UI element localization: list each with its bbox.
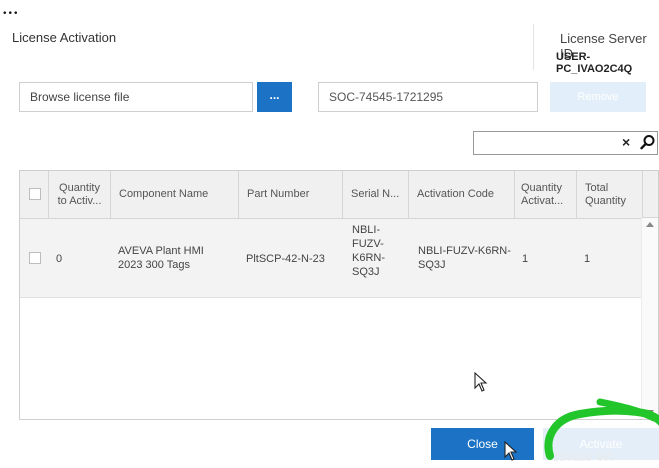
header-total-quantity-line1: Total bbox=[585, 181, 609, 194]
scroll-up-icon[interactable] bbox=[646, 222, 654, 227]
header-activation-code[interactable]: Activation Code bbox=[408, 171, 514, 218]
cell-component-name: AVEVA Plant HMI 2023 300 Tags bbox=[118, 244, 204, 272]
header-component-name-label: Component Name bbox=[119, 188, 209, 200]
cut-off-title-text: ... bbox=[2, 0, 19, 19]
components-table: Quantity to Activ... Component Name Part… bbox=[19, 170, 659, 420]
cell-serial-number-line3: K6RN- bbox=[352, 252, 386, 264]
cell-serial-number-line1: NBLI- bbox=[352, 224, 381, 236]
browse-button[interactable]: ... bbox=[257, 82, 292, 112]
mouse-cursor-icon bbox=[474, 372, 488, 392]
header-activation-code-label: Activation Code bbox=[417, 188, 495, 200]
search-icon[interactable] bbox=[640, 134, 656, 150]
search-input[interactable] bbox=[473, 131, 658, 155]
cell-component-name-line1: AVEVA Plant HMI bbox=[118, 245, 204, 257]
dialog-title: License Activation bbox=[12, 30, 117, 45]
cell-activation-code: NBLI-FUZV-K6RN- SQ3J bbox=[418, 244, 511, 272]
remove-button[interactable]: Remove bbox=[550, 82, 646, 112]
header-total-quantity[interactable]: Total Quantity bbox=[576, 171, 644, 218]
cell-component-name-line2: 2023 300 Tags bbox=[118, 259, 190, 271]
table-row[interactable]: 0 AVEVA Plant HMI 2023 300 Tags PltSCP-4… bbox=[20, 219, 644, 298]
header-quantity-to-activate-line2: to Activ... bbox=[57, 194, 102, 207]
cell-serial-number: NBLI- FUZV- K6RN- SQ3J bbox=[352, 223, 385, 279]
close-button[interactable]: Close bbox=[431, 428, 534, 460]
header-serial-number[interactable]: Serial N... bbox=[342, 171, 408, 218]
cell-activation-code-line1: NBLI-FUZV-K6RN- bbox=[418, 245, 511, 257]
row-checkbox[interactable] bbox=[29, 252, 41, 264]
header-quantity-activated-line1: Quantity bbox=[521, 181, 562, 194]
mouse-cursor-icon bbox=[504, 441, 518, 461]
cell-activation-code-line2: SQ3J bbox=[418, 259, 446, 271]
header-serial-number-label: Serial N... bbox=[351, 188, 400, 200]
activation-code-field[interactable]: SOC-74545-1721295 bbox=[318, 82, 538, 112]
header-quantity-activated[interactable]: Quantity Activat... bbox=[514, 171, 576, 218]
header-total-quantity-line2: Quantity bbox=[585, 194, 626, 207]
header-quantity-to-activate-line1: Quantity bbox=[59, 181, 100, 194]
cell-serial-number-line4: SQ3J bbox=[352, 266, 380, 278]
license-server-value: USER-PC_IVAO2C4Q bbox=[556, 51, 633, 75]
cell-quantity-to-activate[interactable]: 0 bbox=[56, 252, 62, 266]
cell-serial-number-line2: FUZV- bbox=[352, 238, 384, 250]
cut-off-title-fragment: ... bbox=[2, 0, 19, 20]
browse-license-file-field[interactable]: Browse license file bbox=[19, 82, 253, 112]
header-scroll-cap bbox=[642, 171, 658, 218]
header-component-name[interactable]: Component Name bbox=[110, 171, 238, 218]
cell-total-quantity: 1 bbox=[584, 253, 591, 265]
table-header: Quantity to Activ... Component Name Part… bbox=[20, 171, 644, 219]
header-quantity-to-activate[interactable]: Quantity to Activ... bbox=[48, 171, 110, 218]
header-part-number-label: Part Number bbox=[247, 188, 310, 200]
clear-search-icon[interactable]: × bbox=[622, 134, 630, 150]
cell-quantity-activated: 1 bbox=[522, 253, 529, 265]
select-all-checkbox[interactable] bbox=[29, 188, 41, 200]
green-annotation-stroke bbox=[544, 398, 659, 460]
header-part-number[interactable]: Part Number bbox=[238, 171, 342, 218]
header-quantity-activated-line2: Activat... bbox=[521, 194, 564, 207]
cell-part-number: PltSCP-42-N-23 bbox=[246, 253, 325, 265]
